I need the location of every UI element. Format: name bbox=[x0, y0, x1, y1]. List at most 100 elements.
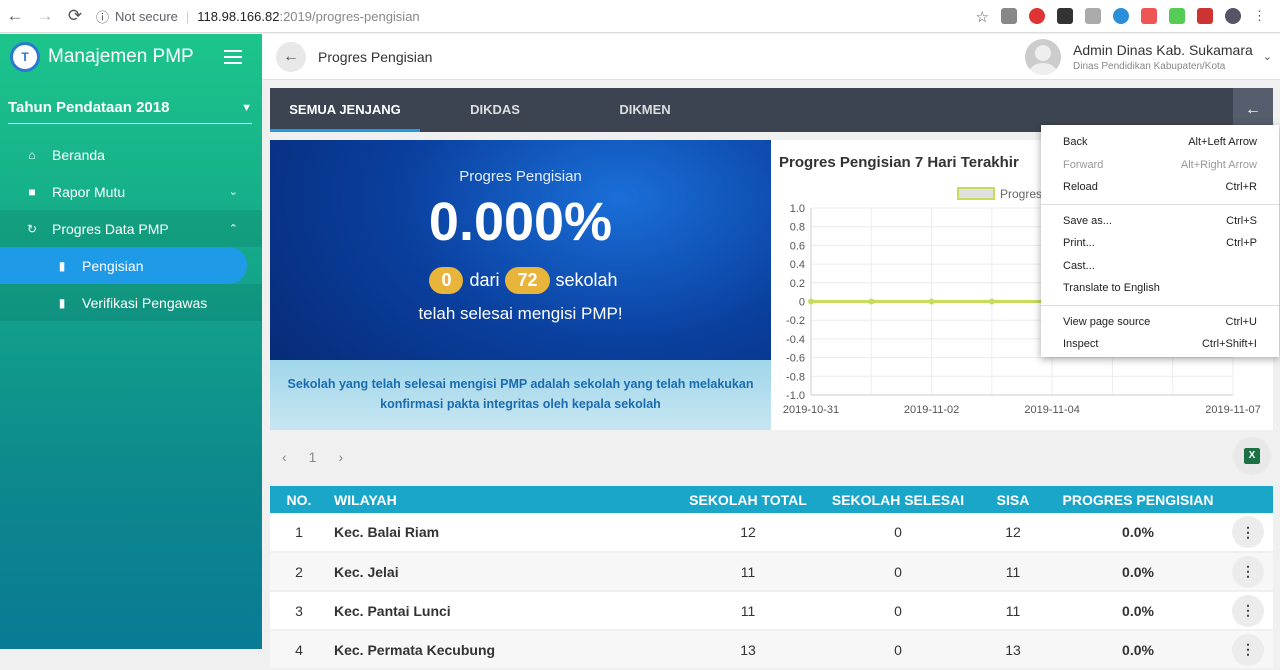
table-cell: 12 bbox=[673, 513, 823, 553]
table-row[interactable]: 3 Kec. Pantai Lunci 11 0 11 0.0% ⋮ bbox=[270, 591, 1273, 631]
download-icon[interactable] bbox=[1057, 8, 1073, 24]
menu-item-shortcut: Ctrl+S bbox=[1226, 214, 1257, 227]
tab-dikmen[interactable]: DIKMEN bbox=[570, 88, 720, 132]
extensions-bar: ☆ ⋮ bbox=[976, 8, 1266, 26]
profile-icon[interactable] bbox=[1225, 8, 1241, 24]
dari-text: dari bbox=[469, 270, 500, 290]
browser-back-icon[interactable]: ← bbox=[0, 6, 30, 26]
page-title: Progres Pengisian bbox=[318, 48, 433, 65]
table-cell: 4 bbox=[270, 630, 328, 670]
star-icon[interactable]: ☆ bbox=[976, 8, 989, 26]
sidebar-item-verifikasi[interactable]: ▮ Verifikasi Pengawas bbox=[0, 284, 262, 321]
url-path: :2019/progres-pengisian bbox=[279, 8, 420, 24]
back-button[interactable]: ← bbox=[276, 41, 306, 72]
chart-title: Progres Pengisian 7 Hari Terakhir bbox=[779, 154, 1019, 171]
user-info[interactable]: Admin Dinas Kab. Sukamara Dinas Pendidik… bbox=[1073, 42, 1253, 72]
context-menu-item[interactable]: Inspect Ctrl+Shift+I bbox=[1041, 333, 1279, 356]
browser-toolbar: ← → ⟳ ⓘ Not secure | 118.98.166.82:2019/… bbox=[0, 0, 1280, 33]
app-name: Manajemen PMP bbox=[48, 46, 194, 67]
table-cell: 0 bbox=[823, 552, 973, 592]
context-menu-item[interactable]: Translate to English bbox=[1041, 277, 1279, 300]
sidebar-item-beranda[interactable]: ⌂ Beranda bbox=[0, 136, 262, 173]
y-tick-label: -0.8 bbox=[786, 371, 805, 383]
extension-icon[interactable] bbox=[1085, 8, 1101, 24]
menu-item-label: Back bbox=[1063, 136, 1088, 149]
menu-item-shortcut: Alt+Right Arrow bbox=[1180, 158, 1257, 171]
tab-dikdas[interactable]: DIKDAS bbox=[420, 88, 570, 132]
table-row[interactable]: 4 Kec. Permata Kecubung 13 0 13 0.0% ⋮ bbox=[270, 630, 1273, 670]
pocket-icon[interactable] bbox=[1141, 8, 1157, 24]
row-menu-button[interactable]: ⋮ bbox=[1232, 555, 1264, 588]
table-cell: 0 bbox=[823, 591, 973, 631]
menu-item-label: Inspect bbox=[1063, 338, 1099, 351]
chevron-down-icon[interactable]: ⌄ bbox=[1263, 50, 1272, 63]
excel-icon: X bbox=[1244, 448, 1260, 464]
menu-item-shortcut: Ctrl+R bbox=[1225, 181, 1257, 194]
sidebar-item-label: Rapor Mutu bbox=[52, 183, 126, 200]
context-menu-item[interactable]: Reload Ctrl+R bbox=[1041, 176, 1279, 199]
total-count-badge: 72 bbox=[505, 267, 550, 294]
pdf-icon[interactable] bbox=[1197, 8, 1213, 24]
sidebar-item-pengisian[interactable]: ▮ Pengisian bbox=[0, 247, 247, 284]
data-point bbox=[868, 298, 875, 305]
adblock-icon[interactable] bbox=[1029, 8, 1045, 24]
menu-dots-icon[interactable]: ⋮ bbox=[1253, 8, 1266, 24]
row-menu-button[interactable]: ⋮ bbox=[1232, 594, 1264, 627]
table-cell: 11 bbox=[973, 552, 1053, 592]
menu-item-shortcut: Ctrl+U bbox=[1225, 315, 1257, 328]
progress-note: Sekolah yang telah selesai mengisi PMP a… bbox=[270, 360, 771, 430]
row-menu-button[interactable]: ⋮ bbox=[1232, 516, 1264, 548]
address-bar[interactable]: ⓘ Not secure | 118.98.166.82:2019/progre… bbox=[96, 7, 976, 26]
prev-page-icon[interactable]: ‹ bbox=[282, 449, 287, 465]
tab-semua-jenjang[interactable]: SEMUA JENJANG bbox=[270, 88, 420, 132]
year-select[interactable]: Tahun Pendataan 2018 ▼ bbox=[8, 92, 252, 124]
sidebar-item-label: Beranda bbox=[52, 146, 105, 163]
context-menu-item[interactable]: Print... Ctrl+P bbox=[1041, 232, 1279, 255]
table-cell: 2 bbox=[270, 552, 328, 592]
table-cell: 13 bbox=[973, 630, 1053, 670]
browser-forward-icon[interactable]: → bbox=[30, 6, 60, 26]
data-point bbox=[928, 298, 935, 305]
sidebar-item-progres-data[interactable]: ↻ Progres Data PMP ⌃ bbox=[0, 210, 262, 247]
table-cell: 11 bbox=[673, 552, 823, 592]
globe-icon[interactable] bbox=[1113, 8, 1129, 24]
data-point bbox=[808, 298, 814, 305]
extension-green-icon[interactable] bbox=[1169, 8, 1185, 24]
hamburger-icon[interactable] bbox=[224, 46, 242, 68]
table-cell: 1 bbox=[270, 513, 328, 553]
sidebar: T Manajemen PMP Tahun Pendataan 2018 ▼ ⌂… bbox=[0, 34, 262, 649]
next-page-icon[interactable]: › bbox=[338, 449, 343, 465]
info-icon[interactable]: ⓘ bbox=[96, 7, 109, 26]
reload-icon[interactable]: ⟳ bbox=[60, 6, 90, 26]
table-row[interactable]: 1 Kec. Balai Riam 12 0 12 0.0% ⋮ bbox=[270, 513, 1273, 553]
chevron-up-icon: ⌃ bbox=[228, 223, 238, 235]
context-menu-item[interactable]: Back Alt+Left Arrow bbox=[1041, 131, 1279, 154]
context-menu-item[interactable]: Save as... Ctrl+S bbox=[1041, 210, 1279, 233]
excel-export-button[interactable]: X bbox=[1233, 437, 1271, 475]
bar-chart-icon: ▮ bbox=[58, 258, 66, 273]
context-menu-item[interactable]: Cast... bbox=[1041, 255, 1279, 278]
menu-item-label: Save as... bbox=[1063, 214, 1112, 227]
x-tick-label: 2019-11-07 bbox=[1205, 404, 1260, 416]
url-host: 118.98.166.82 bbox=[197, 8, 280, 24]
top-bar: ← Progres Pengisian Admin Dinas Kab. Suk… bbox=[262, 34, 1280, 80]
logo-icon: T bbox=[10, 42, 40, 72]
table-row[interactable]: 2 Kec. Jelai 11 0 11 0.0% ⋮ bbox=[270, 552, 1273, 592]
column-header: WILAYAH bbox=[328, 486, 673, 513]
menu-item-label: Forward bbox=[1063, 158, 1104, 171]
table-cell: 13 bbox=[673, 630, 823, 670]
sidebar-item-label: Pengisian bbox=[82, 257, 144, 274]
camera-icon[interactable] bbox=[1001, 8, 1017, 24]
avatar[interactable] bbox=[1025, 38, 1062, 75]
column-header: PROGRES PENGISIAN bbox=[1053, 486, 1223, 513]
context-menu-item[interactable]: Forward Alt+Right Arrow bbox=[1041, 154, 1279, 177]
sekolah-text: sekolah bbox=[555, 270, 618, 290]
context-menu-item[interactable]: View page source Ctrl+U bbox=[1041, 311, 1279, 334]
y-tick-label: 0.6 bbox=[790, 240, 805, 252]
row-menu-button[interactable]: ⋮ bbox=[1232, 633, 1264, 666]
caret-down-icon: ▼ bbox=[241, 101, 252, 114]
sidebar-item-rapor-mutu[interactable]: ■ Rapor Mutu ⌄ bbox=[0, 173, 262, 210]
region-table: NO. WILAYAH SEKOLAH TOTAL SEKOLAH SELESAI SI… bbox=[270, 486, 1273, 670]
table-cell: 0.0% bbox=[1053, 513, 1223, 553]
page-number[interactable]: 1 bbox=[309, 449, 317, 465]
